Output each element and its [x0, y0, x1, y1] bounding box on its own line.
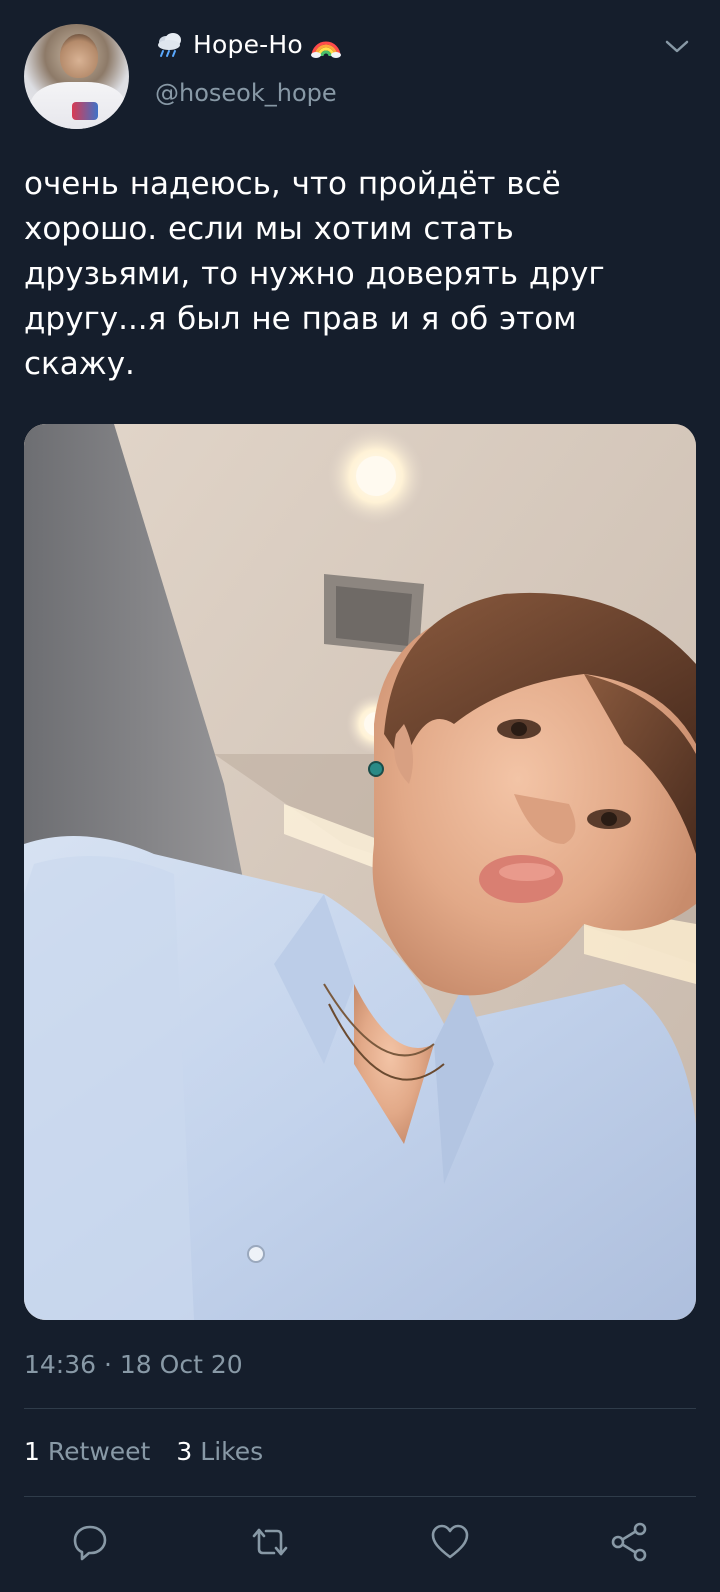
tweet-timestamp[interactable]: 14:36 · 18 Oct 20 — [24, 1350, 243, 1379]
rainbow-icon — [310, 41, 341, 58]
likes-stat[interactable]: 3 Likes — [176, 1437, 263, 1466]
heart-icon — [431, 1524, 469, 1559]
retweet-icon — [252, 1528, 288, 1556]
retweets-stat[interactable]: 1 Retweet — [24, 1437, 150, 1466]
cloud-with-rain-icon — [158, 32, 181, 57]
reply-icon — [73, 1525, 107, 1561]
tweet-text: очень надеюсь, что пройдёт всё хорошо. е… — [24, 166, 605, 382]
like-button[interactable] — [428, 1520, 472, 1564]
chevron-down-icon[interactable] — [664, 38, 690, 56]
avatar[interactable] — [24, 24, 129, 129]
retweets-label: Retweet — [47, 1437, 151, 1466]
retweets-count: 1 — [24, 1437, 40, 1466]
divider-top — [24, 1408, 696, 1409]
avatar-shirt-print — [72, 102, 98, 120]
likes-label: Likes — [200, 1437, 264, 1466]
tweet-stats: 1 Retweet 3 Likes — [24, 1437, 263, 1466]
reply-button[interactable] — [68, 1520, 112, 1564]
share-button[interactable] — [608, 1520, 652, 1564]
share-icon — [611, 1522, 647, 1562]
tweet-actions — [0, 1520, 720, 1570]
divider-bottom — [24, 1496, 696, 1497]
tweet-photo[interactable] — [24, 424, 696, 1320]
author-handle[interactable]: @hoseok_hope — [155, 79, 337, 107]
author-name-row[interactable]: Hope-Ho — [155, 30, 341, 59]
author-display-name[interactable]: Hope-Ho — [193, 30, 303, 59]
retweet-button[interactable] — [248, 1520, 292, 1564]
selfie-illustration — [24, 424, 696, 1320]
avatar-face — [60, 34, 98, 78]
likes-count: 3 — [176, 1437, 193, 1466]
